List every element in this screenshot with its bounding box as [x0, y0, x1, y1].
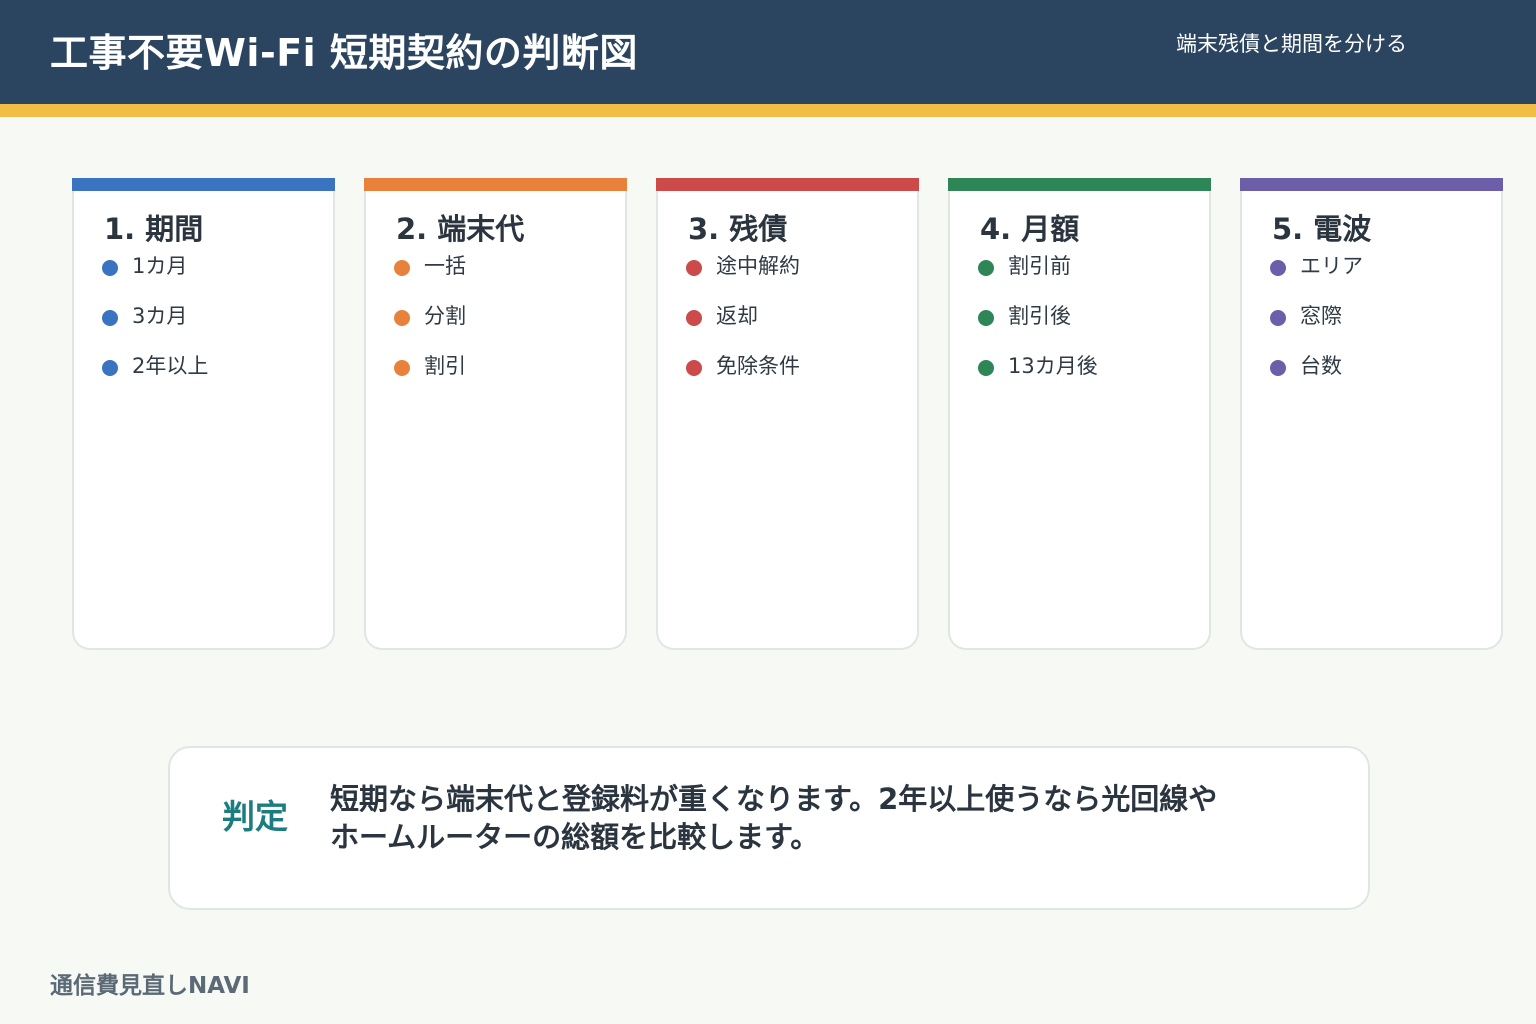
- card-item: 1カ月: [102, 250, 187, 280]
- card-item-label: エリア: [1300, 254, 1363, 278]
- card-color-bar: [72, 178, 335, 191]
- card-item: 台数: [1270, 350, 1342, 380]
- card-item-label: 台数: [1300, 354, 1342, 378]
- card-signal: 5. 電波 エリア 窓際 台数: [1240, 178, 1503, 650]
- card-item: 割引: [394, 350, 466, 380]
- card-item-label: 3カ月: [132, 304, 188, 328]
- card-item: 2年以上: [102, 350, 208, 380]
- bullet-dot-icon: [394, 260, 410, 276]
- bullet-dot-icon: [686, 360, 702, 376]
- card-item: 分割: [394, 300, 466, 330]
- card-period: 1. 期間 1カ月 3カ月 2年以上: [72, 178, 335, 650]
- card-item-label: 免除条件: [716, 354, 800, 378]
- card-item-label: 分割: [424, 304, 466, 328]
- verdict-line-2: ホームルーターの総額を比較します。: [330, 820, 820, 854]
- card-item-label: 窓際: [1300, 304, 1342, 328]
- bullet-dot-icon: [978, 310, 994, 326]
- bullet-dot-icon: [1270, 260, 1286, 276]
- card-item: 返却: [686, 300, 758, 330]
- page-subtitle: 端末残債と期間を分ける: [1176, 32, 1407, 56]
- bullet-dot-icon: [102, 360, 118, 376]
- header-bar: 工事不要Wi-Fi 短期契約の判断図 端末残債と期間を分ける: [0, 0, 1536, 104]
- bullet-dot-icon: [102, 260, 118, 276]
- card-item: 免除条件: [686, 350, 800, 380]
- card-item-label: 割引前: [1008, 254, 1071, 278]
- bullet-dot-icon: [1270, 310, 1286, 326]
- card-title: 2. 端末代: [396, 212, 525, 246]
- card-monthly-fee: 4. 月額 割引前 割引後 13カ月後: [948, 178, 1211, 650]
- card-item: 一括: [394, 250, 466, 280]
- card-color-bar: [656, 178, 919, 191]
- card-item: 3カ月: [102, 300, 187, 330]
- bullet-dot-icon: [686, 310, 702, 326]
- card-item-label: 返却: [716, 304, 758, 328]
- card-item-label: 13カ月後: [1008, 354, 1098, 378]
- card-item-label: 途中解約: [716, 254, 800, 278]
- card-item: 窓際: [1270, 300, 1342, 330]
- card-color-bar: [948, 178, 1211, 191]
- card-item-label: 2年以上: [132, 354, 209, 378]
- card-item: 13カ月後: [978, 350, 1098, 380]
- card-color-bar: [1240, 178, 1503, 191]
- card-color-bar: [364, 178, 627, 191]
- card-item-label: 1カ月: [132, 254, 188, 278]
- card-remaining-debt: 3. 残債 途中解約 返却 免除条件: [656, 178, 919, 650]
- verdict-text: 短期なら端末代と登録料が重くなります。2年以上使うなら光回線や ホームルーターの…: [330, 780, 1330, 856]
- card-item-label: 一括: [424, 254, 466, 278]
- card-item: エリア: [1270, 250, 1363, 280]
- verdict-line-1: 短期なら端末代と登録料が重くなります。2年以上使うなら光回線や: [330, 782, 1218, 816]
- card-title: 3. 残債: [688, 212, 788, 246]
- card-title: 4. 月額: [980, 212, 1080, 246]
- bullet-dot-icon: [394, 360, 410, 376]
- page-title: 工事不要Wi-Fi 短期契約の判断図: [50, 31, 638, 75]
- card-item: 途中解約: [686, 250, 800, 280]
- verdict-label: 判定: [222, 797, 288, 836]
- header-accent-stripe: [0, 104, 1536, 117]
- card-item: 割引前: [978, 250, 1071, 280]
- bullet-dot-icon: [102, 310, 118, 326]
- card-item-label: 割引: [424, 354, 466, 378]
- bullet-dot-icon: [686, 260, 702, 276]
- card-device-cost: 2. 端末代 一括 分割 割引: [364, 178, 627, 650]
- card-title: 1. 期間: [104, 212, 204, 246]
- footer-brand: 通信費見直しNAVI: [50, 973, 250, 999]
- bullet-dot-icon: [394, 310, 410, 326]
- bullet-dot-icon: [978, 360, 994, 376]
- card-item-label: 割引後: [1008, 304, 1071, 328]
- verdict-box: 判定 短期なら端末代と登録料が重くなります。2年以上使うなら光回線や ホームルー…: [168, 746, 1370, 910]
- card-item: 割引後: [978, 300, 1071, 330]
- bullet-dot-icon: [1270, 360, 1286, 376]
- bullet-dot-icon: [978, 260, 994, 276]
- card-title: 5. 電波: [1272, 212, 1372, 246]
